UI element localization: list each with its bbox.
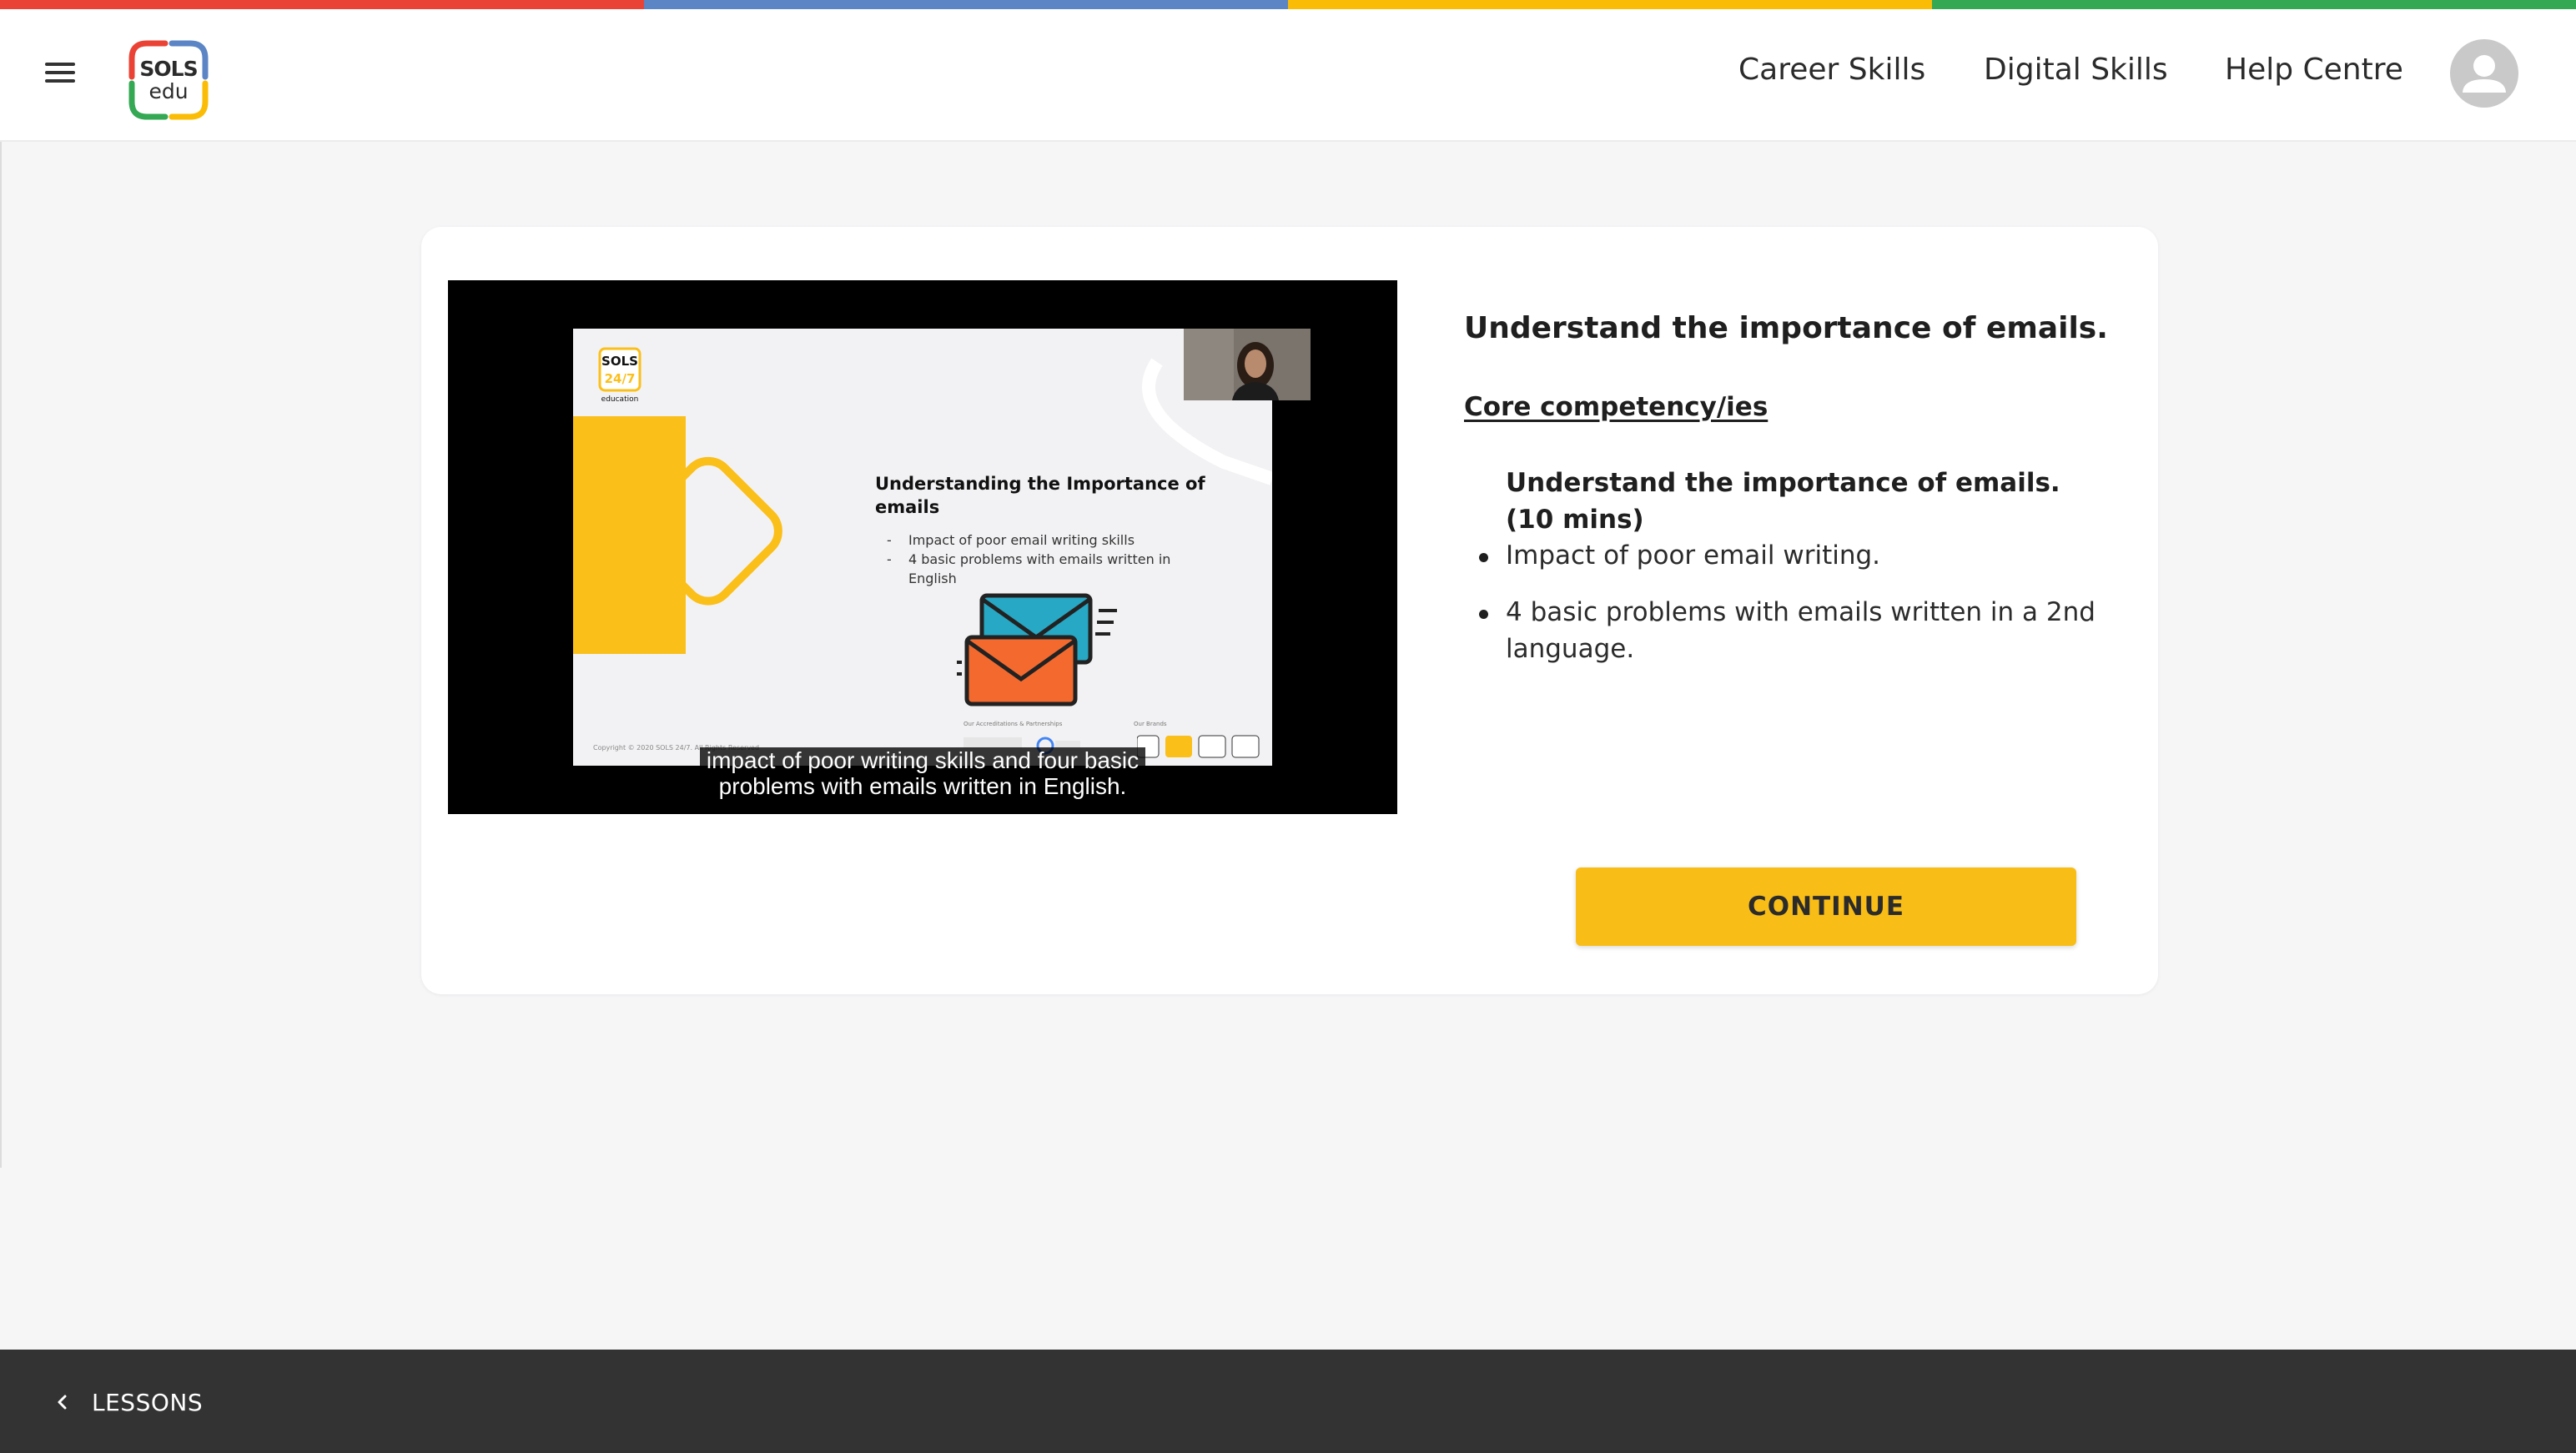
caption-line-2: problems with emails written in English. [712,773,1134,799]
caption-line-1: impact of poor writing skills and four b… [699,747,1146,773]
hamburger-menu-icon[interactable] [42,58,78,89]
video-player[interactable]: SOLS 24/7 education Understanding the Im… [448,280,1397,814]
strip-blue [644,0,1288,9]
slide-bullet: 4 basic problems with emails written in … [887,550,1220,588]
slide-logo-line3: education [601,395,639,404]
slide-brands-label: Our Brands [1134,721,1167,727]
competency-item: 4 basic problems with emails written in … [1479,594,2115,667]
slide-logo-line1: SOLS [601,354,638,369]
lessons-back-button[interactable]: LESSONS [52,1383,203,1421]
competency-title: Understand the importance of emails. (10… [1506,468,2060,535]
bottom-bar: LESSONS [0,1350,2576,1453]
nav-digital-skills[interactable]: Digital Skills [1984,53,2168,94]
competency-item: Impact of poor email writing. [1479,537,2115,574]
envelopes-icon [957,593,1117,706]
video-slide: SOLS 24/7 education Understanding the Im… [573,329,1272,766]
core-competency-heading: Core competency/ies [1464,392,1768,422]
lesson-title: Understand the importance of emails. [1464,311,2108,345]
user-avatar-icon[interactable] [2450,39,2518,108]
left-divider [0,142,2,1168]
slide-logo: SOLS 24/7 education [596,347,647,405]
competency-list: Impact of poor email writing. 4 basic pr… [1479,537,2115,687]
top-header: SOLS edu Career Skills Digital Skills He… [0,9,2576,142]
nav-career-skills[interactable]: Career Skills [1738,53,1925,94]
slide-bullets: Impact of poor email writing skills 4 ba… [887,530,1220,588]
lesson-card: SOLS 24/7 education Understanding the Im… [421,227,2158,994]
logo-text-edu: edu [148,79,189,103]
slide-partners-label: Our Accreditations & Partnerships [963,721,1063,727]
slide-bullet: Impact of poor email writing skills [887,530,1220,550]
slide-title: Understanding the Importance of emails [875,474,1205,517]
strip-red [0,0,644,9]
chevron-left-icon [58,1395,67,1410]
slide-logo-line2: 24/7 [605,371,636,386]
brand-color-strip [0,0,2576,9]
lessons-label: LESSONS [92,1388,204,1416]
sols-edu-logo[interactable]: SOLS edu [125,37,212,123]
strip-yellow [1288,0,1932,9]
logo-text-sols: SOLS [139,57,198,81]
video-caption: impact of poor writing skills and four b… [448,747,1397,799]
presenter-webcam [1184,329,1311,400]
nav-help-centre[interactable]: Help Centre [2225,53,2403,94]
continue-button[interactable]: CONTINUE [1576,867,2076,946]
strip-green [1932,0,2576,9]
